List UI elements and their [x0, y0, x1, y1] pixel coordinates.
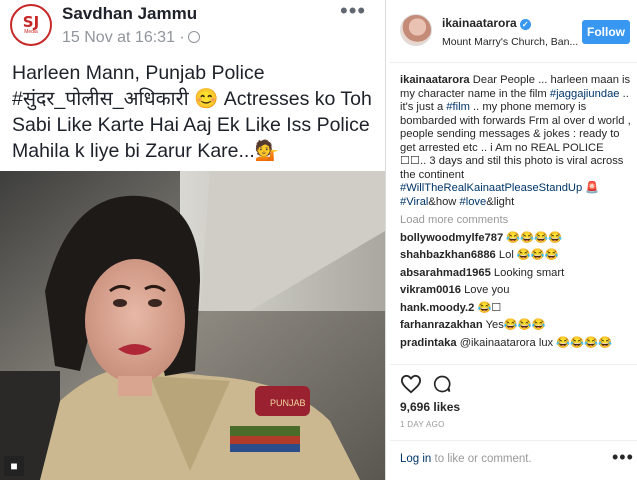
logo-subtext: Media — [24, 29, 38, 35]
hashtag-link[interactable]: #Viral — [400, 196, 428, 208]
comment-text: 😂😂😂😂 — [506, 231, 563, 244]
hashtag-link[interactable]: #love — [460, 196, 487, 208]
action-bar — [390, 364, 637, 399]
logo-text: SJ — [22, 13, 40, 31]
comment-text: Looking smart — [493, 266, 565, 279]
caption-text: 🚨 — [582, 182, 600, 194]
username-text: ikainaatarora — [442, 16, 517, 30]
comment-username[interactable]: pradintaka — [400, 337, 457, 349]
page-name[interactable]: Savdhan Jammu — [62, 4, 197, 24]
instagram-panel: ikainaatarora ✓ Mount Marry's Church, Ban… — [390, 0, 637, 480]
photo-corner-icon: ■ — [4, 456, 24, 476]
comment-text: @ikainaatarora lux 😂😂😂😂 — [459, 336, 612, 349]
caption-text: &light — [486, 195, 515, 208]
comment-username[interactable]: absarahmad1965 — [400, 267, 491, 279]
hashtag-link[interactable]: #jaggajiundae — [550, 88, 620, 100]
comment-text: Love you — [464, 284, 510, 296]
load-more-comments-link[interactable]: Load more comments — [400, 214, 632, 228]
comment-text: Yes😂😂😂 — [485, 319, 546, 331]
comment-item: farhanrazakhan Yes😂😂😂 — [400, 319, 632, 333]
comment-username[interactable]: vikram0016 — [400, 284, 461, 296]
ig-header: ikainaatarora ✓ Mount Marry's Church, Ban… — [390, 0, 637, 63]
comments-area: ikainaatarora Dear People ... harleen ma… — [400, 74, 632, 362]
post-time-ago: 1 DAY AGO — [400, 420, 445, 429]
comment-username[interactable]: hank.moody.2 — [400, 302, 474, 314]
hashtag-link[interactable]: #WillTheRealKainaatPleaseStandUp — [400, 182, 582, 194]
comment-username[interactable]: bollywoodmylfe787 — [400, 232, 503, 244]
more-options-icon[interactable]: ••• — [340, 0, 366, 24]
facebook-post-card: SJ Media Savdhan Jammu 15 Nov at 16:31 ·… — [0, 0, 386, 480]
comment-item: shahbazkhan6886 Lol 😂😂😂 — [400, 249, 632, 263]
hashtag-link[interactable]: #film — [446, 101, 470, 113]
post-timestamp[interactable]: 15 Nov at 16:31 · — [62, 29, 200, 47]
more-options-icon[interactable]: ••• — [612, 447, 634, 468]
ig-username[interactable]: ikainaatarora ✓ — [442, 16, 531, 30]
likes-count[interactable]: 9,696 likes — [400, 400, 460, 414]
login-prompt: Log in to like or comment. ••• — [390, 440, 637, 481]
timestamp-text: 15 Nov at 16:31 · — [62, 29, 185, 46]
avatar[interactable] — [400, 14, 432, 46]
post-photo[interactable]: PUNJAB ■ — [0, 171, 385, 480]
location-link[interactable]: Mount Marry's Church, Ban... — [442, 36, 582, 48]
comment-item: absarahmad1965 Looking smart — [400, 267, 632, 281]
caption-username[interactable]: ikainaatarora — [400, 74, 470, 86]
login-link[interactable]: Log in — [400, 453, 431, 465]
post-text: Harleen Mann, Punjab Police #सुंदर_पोलीस… — [12, 62, 372, 162]
caption-text: &how — [428, 195, 460, 208]
page-logo[interactable]: SJ Media — [10, 4, 52, 46]
comment-username[interactable]: shahbazkhan6886 — [400, 249, 496, 261]
photo-illustration: PUNJAB — [0, 171, 385, 480]
heart-icon[interactable] — [400, 374, 422, 394]
comment-icon[interactable] — [432, 374, 452, 394]
comment-text: Lol 😂😂😂 — [498, 249, 559, 261]
badge-text: PUNJAB — [270, 398, 306, 408]
post-caption: ikainaatarora Dear People ... harleen ma… — [400, 74, 632, 209]
post-header: SJ Media Savdhan Jammu 15 Nov at 16:31 ·… — [0, 0, 385, 56]
comment-item: bollywoodmylfe787 😂😂😂😂 — [400, 232, 632, 246]
comment-item: hank.moody.2 😂☐ — [400, 302, 632, 316]
follow-button[interactable]: Follow — [582, 20, 630, 44]
comment-text: 😂☐ — [477, 301, 502, 314]
verified-badge-icon: ✓ — [519, 19, 531, 30]
comment-item: pradintaka @ikainaatarora lux 😂😂😂😂 — [400, 337, 632, 351]
login-prompt-text: to like or comment. — [431, 453, 532, 465]
comment-username[interactable]: farhanrazakhan — [400, 319, 483, 331]
comment-item: vikram0016 Love you — [400, 284, 632, 298]
globe-icon — [187, 31, 200, 43]
